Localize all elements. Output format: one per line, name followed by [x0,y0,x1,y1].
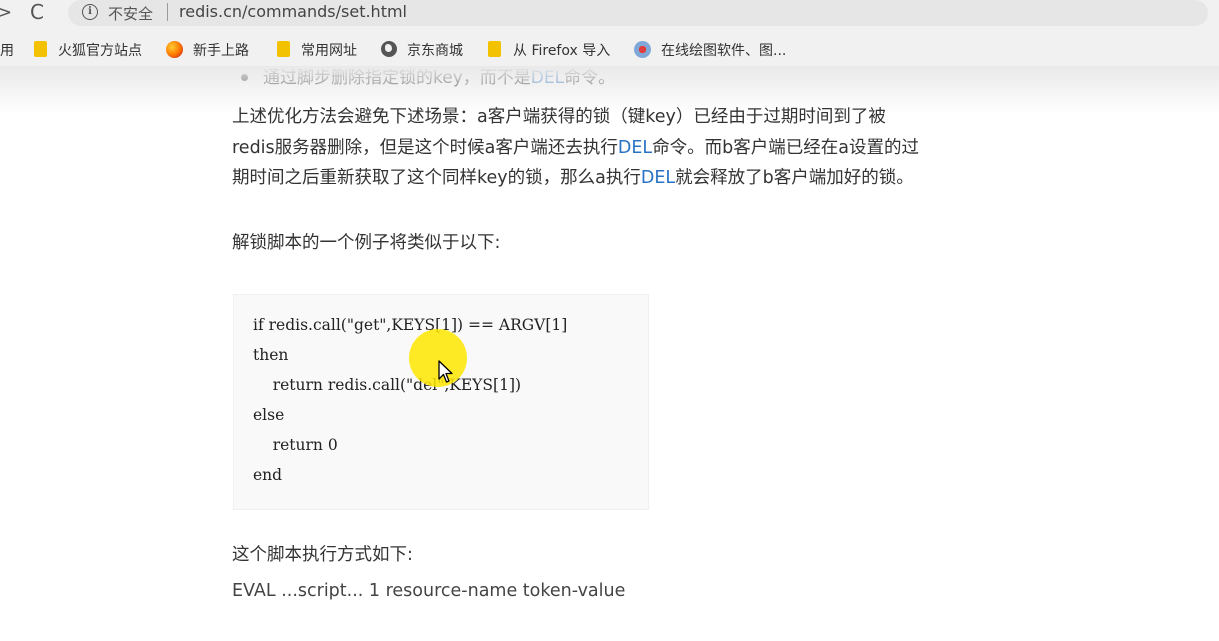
bookmark-firefox-official[interactable]: 火狐官方站点 [58,40,142,60]
reload-icon[interactable]: C [30,0,44,24]
address-bar: > C i 不安全 redis.cn/commands/set.html [0,0,1219,34]
info-icon[interactable]: i [82,4,98,20]
exec-command: EVAL ...script... 1 resource-name token-… [232,581,626,601]
code-line: else [253,406,285,424]
code-block: if redis.call("get",KEYS[1]) == ARGV[1] … [233,294,649,510]
firefox-icon [166,41,183,58]
list-bullet [241,74,248,81]
bookmark-apps[interactable]: 用 [0,40,14,60]
folder-icon [277,41,290,57]
bookmark-online-drawing[interactable]: 在线绘图软件、图... [661,40,786,60]
code-line: end [253,466,283,484]
bookmark-common-sites[interactable]: 常用网址 [301,40,357,60]
draw-tool-icon [634,41,651,58]
del-link[interactable]: DEL [641,168,675,188]
code-line: return redis.call("del",KEYS[1]) [253,376,522,394]
folder-icon [34,41,47,57]
bookmark-getting-started[interactable]: 新手上路 [193,40,249,60]
code-line: return 0 [253,436,338,454]
url-field[interactable]: i 不安全 redis.cn/commands/set.html [68,0,1208,26]
code-line: if redis.call("get",KEYS[1]) == ARGV[1] [253,316,568,334]
url-separator [167,3,168,21]
bookmark-firefox-import[interactable]: 从 Firefox 导入 [513,40,610,60]
exec-intro: 这个脚本执行方式如下: [232,545,413,565]
bookmarks-bar: 用 火狐官方站点 新手上路 常用网址 京东商城 从 Firefox 导入 在线绘… [0,34,1219,67]
back-icon[interactable]: > [0,2,12,23]
cursor-arrow-icon [438,360,453,383]
globe-icon [381,41,397,57]
list-item: 通过脚步删除指定锁的key，而不是DEL命令。 [263,68,616,88]
security-label[interactable]: 不安全 [108,3,153,24]
example-intro: 解锁脚本的一个例子将类似于以下: [232,233,501,253]
code-line: then [253,346,289,364]
del-link[interactable]: DEL [618,138,652,158]
del-link[interactable]: DEL [531,68,564,88]
bookmark-jd-mall[interactable]: 京东商城 [407,40,463,60]
url-text[interactable]: redis.cn/commands/set.html [179,2,407,21]
paragraph-scenario: 上述优化方法会避免下述场景：a客户端获得的锁（键key）已经由于过期时间到了被r… [232,107,920,188]
folder-icon [488,41,501,57]
